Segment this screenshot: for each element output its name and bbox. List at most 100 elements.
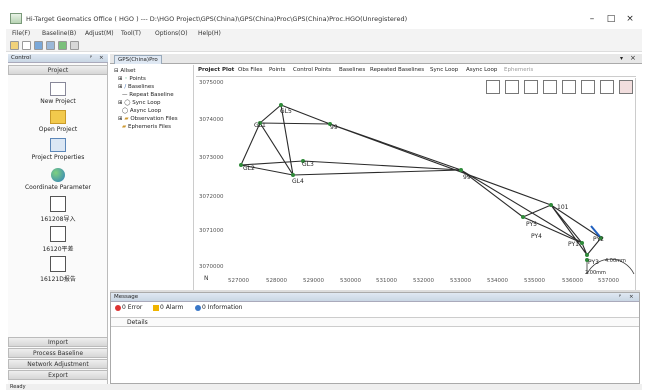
tree-item-sync-loop[interactable]: ⊞ ◯ Sync Loop — [118, 100, 160, 106]
menu-bar: File(F) Baseline(B) Adjust(M) Tool(T) Op… — [6, 29, 642, 40]
report-item-1[interactable]: 161208导入 — [8, 196, 108, 224]
close-icon[interactable]: × — [629, 294, 634, 300]
network-plot — [239, 103, 635, 275]
control-panel-header: Control ᵖ × — [8, 54, 108, 63]
tab-baselines[interactable]: Baselines — [339, 67, 365, 73]
north-label: N — [204, 275, 209, 282]
coordinate-parameter-item[interactable]: Coordinate Parameter — [8, 168, 108, 194]
properties-icon — [50, 138, 66, 152]
menu-baseline[interactable]: Baseline(B) — [42, 30, 76, 37]
edit-icon[interactable] — [34, 41, 43, 50]
x-label: 529000 — [303, 278, 324, 284]
y-label: 3071000 — [199, 228, 224, 234]
info-icon — [195, 304, 201, 311]
point-label: PY4 — [531, 233, 542, 240]
folder-icon — [50, 110, 66, 124]
error-filter[interactable]: 0 Error — [115, 304, 142, 311]
open-project-item[interactable]: Open Project — [8, 110, 108, 136]
close-button[interactable]: × — [622, 12, 638, 26]
y-label: 3070000 — [199, 264, 224, 270]
project-tree: ⊟ Allset ⊞ ◦ Points ⊞ / Baselines — Repe… — [110, 65, 194, 290]
report-icon[interactable] — [70, 41, 79, 50]
tab-project-plot[interactable]: Project Plot — [198, 67, 234, 73]
document-icon — [50, 196, 66, 212]
tree-item-async-loop[interactable]: ◯ Async Loop — [122, 108, 161, 114]
project-properties-item[interactable]: Project Properties — [8, 138, 108, 164]
section-project[interactable]: Project — [8, 65, 108, 75]
menu-adjust[interactable]: Adjust(M) — [85, 30, 114, 37]
point-label: 99 — [463, 174, 471, 181]
tab-obs-files[interactable]: Obs Files — [238, 67, 263, 73]
tab-repeated-baselines[interactable]: Repeated Baselines — [370, 67, 424, 73]
window-title: Hi-Target Geomatics Office ( HGO ) --- D… — [26, 15, 408, 23]
status-bar: Ready — [6, 384, 642, 390]
section-process-baseline[interactable]: Process Baseline — [8, 348, 108, 358]
x-label: 527000 — [228, 278, 249, 284]
tree-item-observation-files[interactable]: ⊞ ▰ Observation Files — [118, 116, 178, 122]
x-label: 532000 — [413, 278, 434, 284]
save-icon[interactable] — [46, 41, 55, 50]
project-plot[interactable]: 3075000 3074000 3073000 3072000 3071000 … — [196, 78, 636, 290]
tab-control-points[interactable]: Control Points — [293, 67, 331, 73]
document-icon — [50, 256, 66, 272]
point-label: GL3 — [302, 161, 314, 168]
x-label: 535000 — [524, 278, 545, 284]
menu-help[interactable]: Help(H) — [198, 30, 221, 37]
details-label: Details — [127, 319, 148, 326]
details-column-header[interactable]: Details — [111, 317, 639, 327]
title-bar: Hi-Target Geomatics Office ( HGO ) --- D… — [6, 9, 642, 29]
alarm-filter[interactable]: 0 Alarm — [153, 304, 183, 311]
dropdown-icon[interactable]: ▾ — [620, 55, 623, 62]
globe-icon — [51, 168, 65, 182]
pin-icon[interactable]: ᵖ — [619, 294, 621, 300]
tree-item-ephemeris-files[interactable]: ▰ Ephemeris Files — [122, 124, 171, 130]
process-icon[interactable] — [58, 41, 67, 50]
maximize-button[interactable]: □ — [603, 12, 619, 26]
open-folder-icon[interactable] — [10, 41, 19, 50]
section-network-adjustment[interactable]: Network Adjustment — [8, 359, 108, 369]
control-panel-title: Control — [11, 55, 31, 61]
point-label: PY1 — [568, 241, 579, 248]
tree-item-baselines[interactable]: ⊞ / Baselines — [118, 84, 154, 90]
menu-file[interactable]: File(F) — [12, 30, 30, 37]
minimize-button[interactable]: – — [584, 12, 600, 26]
point-label: 101 — [557, 204, 569, 211]
close-document-icon[interactable]: × — [630, 54, 636, 62]
x-label: 528000 — [266, 278, 287, 284]
section-export[interactable]: Export — [8, 370, 108, 380]
information-filter[interactable]: 0 Information — [195, 304, 242, 311]
document-tab[interactable]: GPS(China)Pro — [114, 55, 162, 64]
menu-options[interactable]: Options(O) — [155, 30, 188, 37]
y-label-top: 3075000 — [199, 80, 224, 86]
point-label: PY3 — [588, 259, 599, 266]
point-label: GL4 — [292, 178, 304, 185]
point-label: PY2 — [593, 236, 604, 243]
y-label: 3074000 — [199, 117, 224, 123]
close-icon[interactable]: × — [99, 55, 104, 61]
section-import[interactable]: Import — [8, 337, 108, 347]
scale-label-small: 2.00mm — [585, 270, 606, 276]
tree-item-repeat-baseline[interactable]: — Repeat Baseline — [122, 92, 174, 98]
menu-tool[interactable]: Tool(T) — [121, 30, 141, 37]
x-label: 536000 — [562, 278, 583, 284]
new-project-icon — [50, 82, 66, 96]
report-item-2[interactable]: 16120平差 — [8, 226, 108, 254]
document-tab-strip: GPS(China)Pro ▾ × — [110, 54, 642, 64]
point-label: GL2 — [243, 165, 255, 172]
tab-sync-loop[interactable]: Sync Loop — [430, 67, 458, 73]
new-project-item[interactable]: New Project — [8, 82, 108, 108]
tree-item-points[interactable]: ⊞ ◦ Points — [118, 76, 146, 82]
tab-async-loop[interactable]: Async Loop — [466, 67, 497, 73]
x-label: 531000 — [376, 278, 397, 284]
point-label: GL5 — [280, 108, 292, 115]
tree-root[interactable]: ⊟ Allset — [114, 68, 136, 74]
new-file-icon[interactable] — [22, 41, 31, 50]
x-label: 530000 — [340, 278, 361, 284]
tab-ephemeris[interactable]: Ephemeris — [504, 67, 533, 73]
pin-icon[interactable]: ᵖ — [90, 55, 92, 61]
point-label: 99 — [330, 124, 338, 131]
report-item-3[interactable]: 16121D报告 — [8, 256, 108, 284]
app-icon — [10, 13, 22, 24]
tab-points[interactable]: Points — [269, 67, 286, 73]
x-label: 533000 — [450, 278, 471, 284]
